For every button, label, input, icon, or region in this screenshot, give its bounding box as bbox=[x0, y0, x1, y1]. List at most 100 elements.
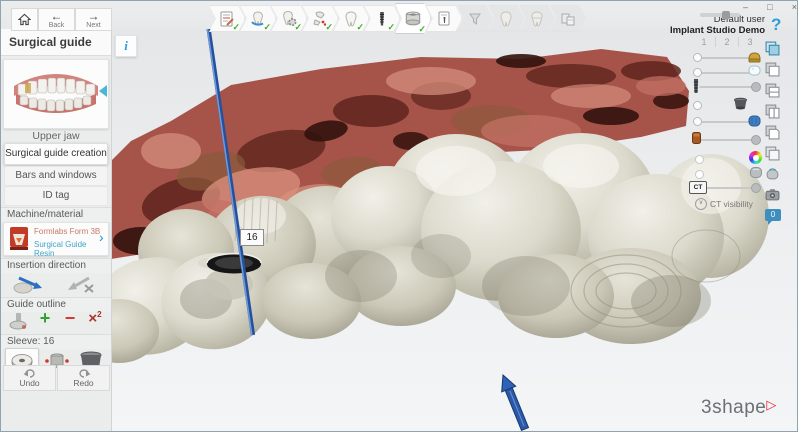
gold-crown-icon bbox=[748, 52, 761, 63]
ct-slider-track-end bbox=[751, 183, 761, 193]
insertion-direction-arrow[interactable] bbox=[501, 373, 530, 431]
workflow-toolbar: ✓ ✓ ✓ ✓ ✓ ✓ ✓ bbox=[209, 5, 581, 32]
next-arrow-icon: → bbox=[87, 9, 100, 23]
ct-visibility-dropdown[interactable]: ∨ CT visibility bbox=[695, 198, 753, 210]
gray-tooth-toggle[interactable] bbox=[749, 166, 763, 184]
redo-button[interactable]: Redo bbox=[57, 365, 110, 391]
implant-studio-window: 16 ← Back → Next ✓ ✓ ✓ ✓ ✓ ✓ ✓ – □ × Def… bbox=[0, 0, 798, 432]
brand-logo: 3shape▷ bbox=[701, 397, 777, 419]
clear-x-glyph: × bbox=[88, 310, 98, 327]
panel-title: Surgical guide bbox=[1, 29, 111, 56]
reset-insertion-direction-button[interactable] bbox=[61, 273, 99, 295]
preset-2-button[interactable]: 2 bbox=[716, 37, 739, 47]
layout-page-icon bbox=[765, 125, 780, 140]
outline-brush-button[interactable] bbox=[7, 310, 29, 332]
guide-color-radio[interactable] bbox=[695, 155, 704, 164]
abutment-icon bbox=[692, 132, 701, 144]
step-check: ✓ bbox=[232, 22, 240, 32]
bridge-design-icon bbox=[528, 10, 546, 28]
step-sleeve-design[interactable]: ✓ bbox=[395, 3, 431, 34]
undo-icon bbox=[23, 368, 35, 378]
layout-preset-2-button[interactable] bbox=[765, 62, 785, 83]
machine-card[interactable]: Formlabs Form 3B Surgical Guide Resin › bbox=[3, 222, 109, 258]
sleeve-slider-track-end bbox=[693, 101, 702, 110]
outline-add-button[interactable]: + bbox=[34, 308, 56, 330]
tooth-cap-icon bbox=[766, 168, 779, 180]
blue-tooth-icon bbox=[748, 115, 761, 127]
back-button[interactable]: ← Back bbox=[38, 8, 75, 31]
help-button[interactable]: ? bbox=[771, 15, 781, 35]
maximize-button[interactable]: □ bbox=[767, 2, 772, 12]
step-report[interactable] bbox=[426, 5, 462, 32]
step-check: ✓ bbox=[387, 22, 395, 32]
step-crown-design[interactable] bbox=[488, 5, 524, 32]
step-crown-setup[interactable]: ✓ bbox=[333, 5, 369, 32]
color-wheel-icon[interactable] bbox=[749, 151, 762, 164]
anatomy-opacity-slider[interactable] bbox=[747, 64, 762, 82]
menu-item-surgical-guide-creation[interactable]: Surgical guide creation bbox=[4, 143, 108, 165]
layout-preset-5-button[interactable] bbox=[765, 125, 785, 146]
comments-button[interactable]: 0 bbox=[765, 209, 785, 230]
layout-preset-1-button[interactable] bbox=[765, 41, 785, 62]
preset-3-button[interactable]: 3 bbox=[739, 37, 761, 47]
step-implant-planning[interactable]: ✓ bbox=[364, 5, 400, 32]
scan-color-radio[interactable] bbox=[695, 170, 704, 179]
left-sidebar: Surgical guide Upper jaw Surgical guide … bbox=[1, 29, 112, 431]
crown-design-icon bbox=[497, 10, 515, 28]
preset-1-button[interactable]: 1 bbox=[693, 37, 716, 47]
comment-bubble-tail bbox=[768, 221, 772, 225]
layout-single-icon bbox=[765, 41, 780, 56]
quick-opacity-slider[interactable] bbox=[700, 11, 740, 19]
sleeve-opacity-slider[interactable] bbox=[733, 97, 748, 115]
layout-preset-4-button[interactable] bbox=[765, 104, 785, 125]
home-icon bbox=[18, 13, 31, 26]
outline-brush-icon bbox=[9, 313, 27, 330]
menu-item-bars-and-windows[interactable]: Bars and windows bbox=[4, 166, 108, 186]
undo-button[interactable]: Undo bbox=[3, 365, 56, 391]
step-scan-align[interactable]: ✓ bbox=[240, 5, 276, 32]
close-button[interactable]: × bbox=[792, 2, 797, 12]
outline-clear-button[interactable]: ×2 bbox=[83, 310, 107, 332]
layout-duplicate-icon bbox=[765, 62, 780, 77]
jaw-label: Upper jaw bbox=[32, 130, 80, 142]
collapse-panel-arrow[interactable] bbox=[99, 85, 107, 97]
tooth-slider-track-end bbox=[693, 67, 702, 77]
gray-tooth-icon bbox=[750, 167, 762, 178]
view-presets: 1 2 3 bbox=[693, 37, 761, 47]
model-analysis-button[interactable] bbox=[765, 167, 785, 188]
minimize-button[interactable]: – bbox=[743, 2, 748, 12]
screenshot-button[interactable] bbox=[765, 188, 785, 209]
layout-split-icon bbox=[765, 83, 780, 98]
step-export-layout[interactable] bbox=[550, 5, 586, 32]
info-button[interactable]: i bbox=[115, 35, 137, 57]
layout-preset-6-button[interactable] bbox=[765, 146, 785, 167]
quick-opacity-knob[interactable] bbox=[722, 11, 730, 19]
outline-remove-button[interactable]: − bbox=[59, 308, 81, 330]
machine-chevron-icon[interactable]: › bbox=[99, 229, 104, 245]
sleeve-section-header: Sleeve: 16 bbox=[1, 334, 111, 349]
ct-opacity-slider[interactable]: CT bbox=[689, 181, 707, 194]
layout-preset-3-button[interactable] bbox=[765, 83, 785, 104]
set-insertion-direction-button[interactable] bbox=[11, 273, 49, 295]
jaw-thumbnail[interactable] bbox=[3, 59, 109, 129]
next-button[interactable]: → Next bbox=[75, 8, 112, 31]
implant-opacity-slider[interactable] bbox=[691, 78, 701, 99]
restoration-opacity-slider[interactable] bbox=[747, 114, 762, 133]
step-annotation[interactable]: ✓ bbox=[302, 5, 338, 32]
step-bridge-design[interactable] bbox=[519, 5, 555, 32]
step-check: ✓ bbox=[294, 22, 302, 32]
home-button[interactable] bbox=[11, 8, 38, 31]
machine-section-header: Machine/material bbox=[1, 207, 111, 222]
printer-icon bbox=[10, 227, 28, 250]
step-segmentation[interactable]: ✓ bbox=[271, 5, 307, 32]
chevron-down-icon: ∨ bbox=[695, 198, 707, 210]
tooth-number-label: 16 bbox=[240, 229, 264, 246]
funnel-icon bbox=[466, 10, 484, 28]
reset-arrow-x-icon bbox=[68, 276, 94, 293]
back-arrow-icon: ← bbox=[50, 9, 63, 23]
insertion-arrow-icon bbox=[13, 276, 42, 294]
abutment-opacity-slider[interactable] bbox=[691, 131, 702, 150]
step-order-form[interactable]: ✓ bbox=[209, 5, 245, 32]
step-funnel[interactable] bbox=[457, 5, 493, 32]
menu-item-id-tag[interactable]: ID tag bbox=[4, 186, 108, 206]
